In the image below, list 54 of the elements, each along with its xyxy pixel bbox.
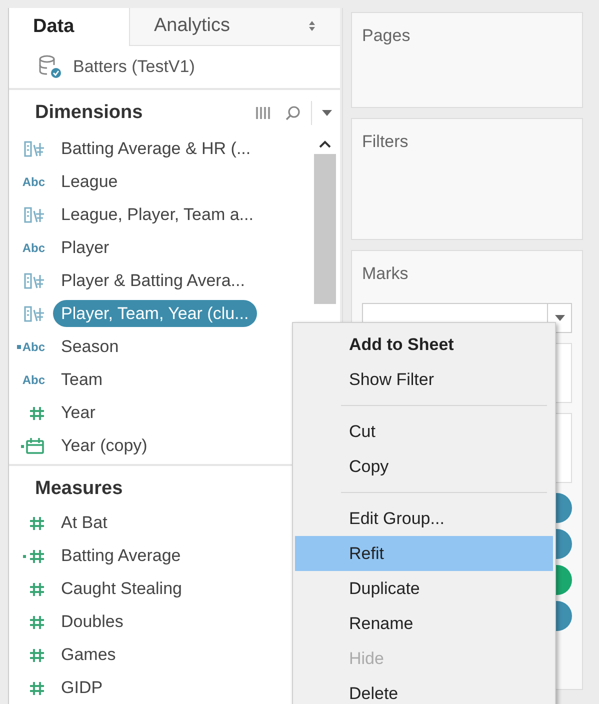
string-type-icon: Abc [22, 370, 45, 388]
menu-item[interactable]: Add to Sheet [295, 327, 553, 362]
field-item[interactable]: Games [53, 640, 124, 668]
pane-tab[interactable]: Analytics [129, 8, 340, 46]
group-icon [23, 304, 45, 322]
field-item[interactable]: Batting Average [53, 542, 189, 570]
number-icon [29, 614, 45, 630]
menu-item[interactable]: Duplicate [295, 571, 553, 606]
menu-item[interactable]: Rename [295, 606, 553, 641]
scroll-up-icon[interactable] [319, 140, 331, 148]
field-item[interactable]: GIDP [53, 674, 111, 702]
caret-icon [554, 314, 564, 320]
number-icon [29, 514, 45, 530]
search-icon[interactable] [285, 105, 301, 122]
number-icon [29, 646, 45, 662]
number-icon [29, 680, 45, 696]
menu-item[interactable]: Cut [295, 414, 553, 449]
database-icon [37, 54, 63, 80]
updown-icon [308, 20, 316, 32]
field-item[interactable]: Doubles [53, 608, 132, 636]
shelf-title: Marks [362, 263, 410, 285]
field-item[interactable]: At Bat [53, 508, 116, 536]
number-icon [29, 404, 45, 420]
calculated-date-icon [21, 436, 45, 454]
string-type-icon: Abc [22, 238, 45, 256]
group-icon [23, 206, 45, 224]
data-source-name[interactable]: Batters (TestV1) [73, 54, 195, 80]
menu-item[interactable]: Copy [295, 449, 553, 484]
field-item[interactable]: Player, Team, Year (clu... [53, 300, 257, 328]
field-item[interactable]: League [53, 168, 126, 196]
menu-item[interactable]: Delete [295, 676, 553, 704]
shelf-title: Filters [362, 132, 408, 151]
field-item[interactable]: League, Player, Team a... [53, 200, 262, 228]
shelf-title: Pages [362, 26, 410, 45]
field-item[interactable]: Player & Batting Avera... [53, 266, 253, 294]
field-item[interactable]: Player [53, 234, 118, 262]
caret-icon[interactable] [322, 110, 332, 116]
section-heading: Dimensions [35, 100, 144, 125]
field-item[interactable]: Team [53, 366, 111, 394]
number-icon [29, 580, 45, 596]
field-item[interactable]: Caught Stealing [53, 574, 190, 602]
field-item[interactable]: Year (copy) [53, 432, 156, 460]
menu-item[interactable]: Refit [295, 536, 553, 571]
group-icon [23, 272, 45, 290]
group-icon [23, 140, 45, 158]
menu-item[interactable]: Show Filter [295, 362, 553, 397]
field-item[interactable]: Year [53, 398, 104, 426]
string-type-icon: Abc [22, 172, 45, 190]
section-heading: Measures [35, 476, 123, 501]
grid-icon[interactable] [255, 106, 273, 120]
calculated-number-icon [23, 548, 45, 564]
field-item[interactable]: Batting Average & HR (... [53, 134, 259, 162]
field-item[interactable]: Season [53, 332, 127, 360]
menu-item[interactable]: Edit Group... [295, 501, 553, 536]
